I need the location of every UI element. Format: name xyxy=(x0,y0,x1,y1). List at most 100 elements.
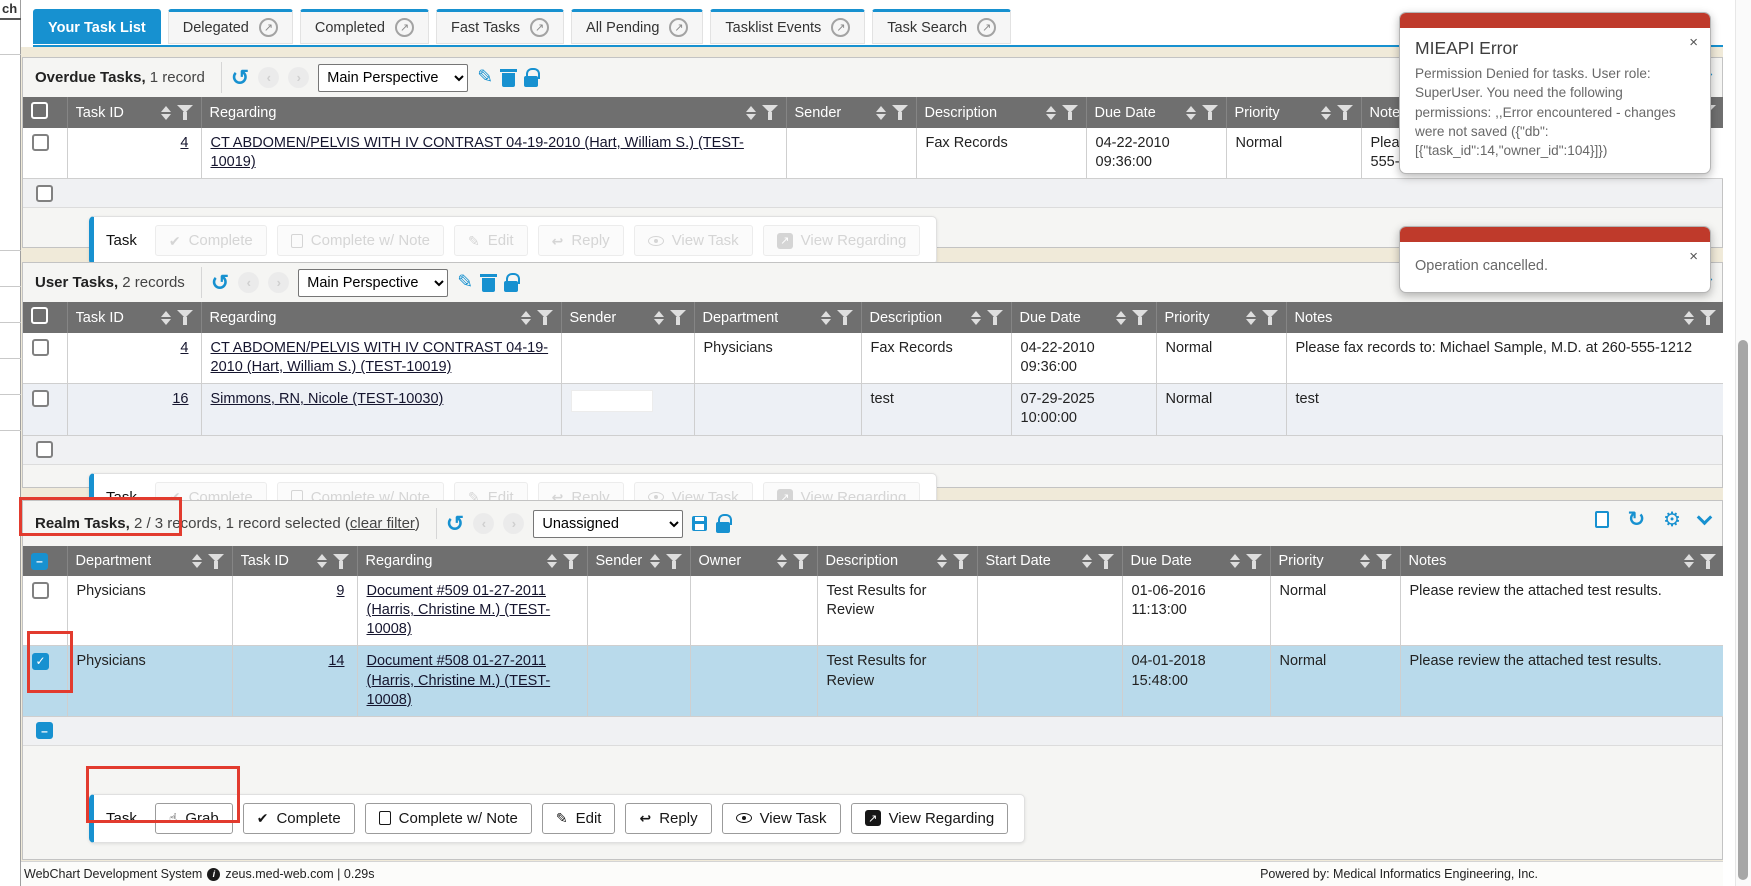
select-all-header-cell[interactable] xyxy=(23,97,67,128)
column-header-description[interactable]: Description xyxy=(817,546,977,576)
nav-forward-icon[interactable]: › xyxy=(503,513,524,534)
nav-back-icon[interactable]: ‹ xyxy=(258,67,279,88)
close-icon[interactable]: × xyxy=(1689,34,1698,51)
popout-icon[interactable]: ↗ xyxy=(395,18,414,37)
view-regarding-button[interactable]: ↗View Regarding xyxy=(851,803,1009,834)
filter-funnel-icon[interactable] xyxy=(1700,554,1716,569)
close-icon[interactable]: × xyxy=(1689,248,1698,265)
popout-icon[interactable]: ↗ xyxy=(977,18,996,37)
tab-all-pending[interactable]: All Pending↗ xyxy=(571,9,703,44)
sender-inline-input[interactable] xyxy=(571,390,653,412)
filter-funnel-icon[interactable] xyxy=(892,105,908,120)
popout-icon[interactable]: ↗ xyxy=(669,18,688,37)
filter-funnel-icon[interactable] xyxy=(987,310,1003,325)
select-all-header-cell[interactable]: – xyxy=(23,546,67,576)
sort-icon[interactable] xyxy=(547,554,557,568)
tab-delegated[interactable]: Delegated↗ xyxy=(168,9,293,44)
nav-forward-icon[interactable]: › xyxy=(288,67,309,88)
tab-completed[interactable]: Completed↗ xyxy=(300,9,429,44)
sort-icon[interactable] xyxy=(1321,106,1331,120)
filter-funnel-icon[interactable] xyxy=(793,554,809,569)
sort-icon[interactable] xyxy=(1116,311,1126,325)
row-checkbox[interactable] xyxy=(32,339,49,356)
grab-button[interactable]: ☝Grab xyxy=(155,803,233,834)
column-header-priority[interactable]: Priority xyxy=(1226,97,1361,128)
task-id-link[interactable]: 4 xyxy=(180,135,188,151)
column-header-regarding[interactable]: Regarding xyxy=(201,97,786,128)
column-header-task-id[interactable]: Task ID xyxy=(67,302,201,333)
sort-icon[interactable] xyxy=(1046,106,1056,120)
trailing-checkbox[interactable]: – xyxy=(36,722,53,739)
delete-trash-icon[interactable] xyxy=(502,73,515,87)
sort-icon[interactable] xyxy=(192,554,202,568)
sort-icon[interactable] xyxy=(821,311,831,325)
row-checkbox[interactable] xyxy=(32,390,49,407)
refresh-icon[interactable]: ↺ xyxy=(211,272,229,294)
column-header-department[interactable]: Department xyxy=(694,302,861,333)
popout-icon[interactable]: ↗ xyxy=(530,18,549,37)
filter-funnel-icon[interactable] xyxy=(1098,554,1114,569)
column-header-regarding[interactable]: Regarding xyxy=(357,546,587,576)
filter-funnel-icon[interactable] xyxy=(563,554,579,569)
sort-icon[interactable] xyxy=(1230,554,1240,568)
sort-icon[interactable] xyxy=(876,106,886,120)
column-header-owner[interactable]: Owner xyxy=(690,546,817,576)
column-header-sender[interactable]: Sender xyxy=(587,546,690,576)
filter-funnel-icon[interactable] xyxy=(1337,105,1353,120)
popout-icon[interactable]: ↗ xyxy=(831,18,850,37)
trailing-checkbox[interactable] xyxy=(36,441,53,458)
task-id-link[interactable]: 16 xyxy=(172,391,188,407)
sort-icon[interactable] xyxy=(1246,311,1256,325)
perspective-select[interactable]: Unassigned xyxy=(533,510,683,538)
lock-icon[interactable] xyxy=(716,522,730,533)
row-checkbox[interactable]: ✓ xyxy=(32,653,49,670)
popout-icon[interactable]: ↗ xyxy=(259,18,278,37)
complete-button[interactable]: ✔Complete xyxy=(243,803,355,834)
filter-funnel-icon[interactable] xyxy=(762,105,778,120)
clear-filter-link[interactable]: clear filter xyxy=(350,515,415,532)
column-header-priority[interactable]: Priority xyxy=(1270,546,1400,576)
column-header-start-date[interactable]: Start Date xyxy=(977,546,1122,576)
save-icon[interactable] xyxy=(692,516,707,531)
task-id-link[interactable]: 14 xyxy=(328,653,344,669)
tab-task-search[interactable]: Task Search↗ xyxy=(872,9,1011,44)
perspective-select[interactable]: Main Perspective xyxy=(318,64,468,92)
row-checkbox[interactable] xyxy=(32,582,49,599)
column-header-sender[interactable]: Sender xyxy=(561,302,694,333)
edit-pencil-icon[interactable]: ✎ xyxy=(477,68,493,87)
perspective-select[interactable]: Main Perspective xyxy=(298,269,448,297)
filter-funnel-icon[interactable] xyxy=(1132,310,1148,325)
column-header-description[interactable]: Description xyxy=(916,97,1086,128)
filter-funnel-icon[interactable] xyxy=(333,554,349,569)
lock-icon[interactable] xyxy=(524,76,538,87)
refresh-icon[interactable]: ↺ xyxy=(446,513,464,535)
sort-icon[interactable] xyxy=(1082,554,1092,568)
column-header-notes[interactable]: Notes xyxy=(1400,546,1724,576)
filter-funnel-icon[interactable] xyxy=(837,310,853,325)
column-header-due-date[interactable]: Due Date xyxy=(1086,97,1226,128)
sort-icon[interactable] xyxy=(1186,106,1196,120)
filter-funnel-icon[interactable] xyxy=(953,554,969,569)
nav-forward-icon[interactable]: › xyxy=(268,272,289,293)
select-all-header-cell[interactable] xyxy=(23,302,67,333)
filter-funnel-icon[interactable] xyxy=(177,310,193,325)
select-all-checkbox[interactable] xyxy=(31,102,48,119)
tab-fast-tasks[interactable]: Fast Tasks↗ xyxy=(436,9,564,44)
column-header-notes[interactable]: Notes xyxy=(1286,302,1724,333)
sort-icon[interactable] xyxy=(317,554,327,568)
filter-funnel-icon[interactable] xyxy=(537,310,553,325)
column-header-due-date[interactable]: Due Date xyxy=(1011,302,1156,333)
filter-funnel-icon[interactable] xyxy=(208,554,224,569)
regarding-link[interactable]: CT ABDOMEN/PELVIS WITH IV CONTRAST 04-19… xyxy=(211,135,744,170)
regarding-link[interactable]: Document #509 01-27-2011 (Harris, Christ… xyxy=(367,583,551,637)
chevron-down-icon[interactable] xyxy=(1697,510,1713,526)
select-all-checkbox[interactable] xyxy=(31,307,48,324)
tab-your-task-list[interactable]: Your Task List xyxy=(33,9,161,44)
sort-icon[interactable] xyxy=(1684,311,1694,325)
edit-pencil-icon[interactable]: ✎ xyxy=(457,273,473,292)
tab-tasklist-events[interactable]: Tasklist Events↗ xyxy=(710,9,865,44)
sort-icon[interactable] xyxy=(654,311,664,325)
filter-funnel-icon[interactable] xyxy=(1262,310,1278,325)
complete-w-note-button[interactable]: Complete w/ Note xyxy=(365,803,532,834)
sort-icon[interactable] xyxy=(937,554,947,568)
